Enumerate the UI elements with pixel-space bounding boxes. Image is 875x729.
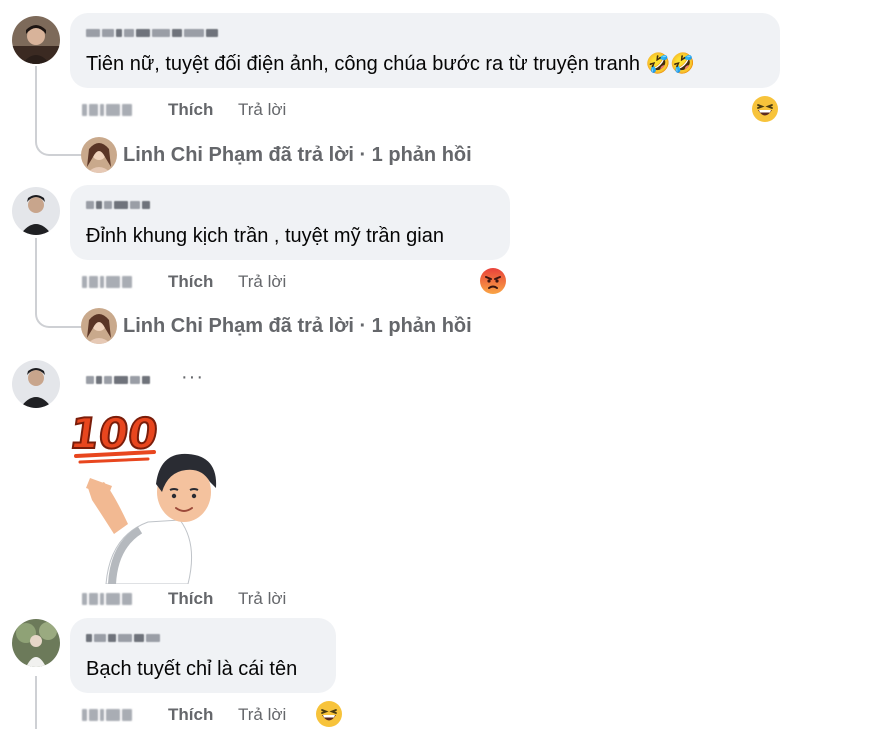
- timestamp-redacted[interactable]: [82, 593, 142, 605]
- commenter-avatar[interactable]: [12, 187, 60, 235]
- author-name-redacted[interactable]: [86, 25, 218, 41]
- reply-button[interactable]: Trả lời: [238, 100, 286, 120]
- comment-bubble[interactable]: Tiên nữ, tuyệt đối điện ảnh, công chúa b…: [70, 13, 780, 88]
- like-button[interactable]: Thích: [168, 705, 213, 725]
- author-name-redacted[interactable]: [86, 372, 150, 388]
- view-replies-link[interactable]: Linh Chi Phạm đã trả lời · 1 phản hồi: [81, 308, 472, 344]
- thread-connector: [35, 136, 83, 156]
- sticker-100-boy-pointing[interactable]: 100: [70, 404, 230, 584]
- replies-summary[interactable]: Linh Chi Phạm đã trả lời · 1 phản hồi: [123, 315, 472, 338]
- author-name-redacted[interactable]: [86, 197, 150, 213]
- author-name-redacted[interactable]: [86, 630, 160, 646]
- reply-button[interactable]: Trả lời: [238, 272, 286, 292]
- timestamp-redacted[interactable]: [82, 709, 142, 721]
- timestamp-redacted[interactable]: [82, 276, 142, 288]
- replier-avatar: [81, 137, 117, 173]
- thread-line: [35, 676, 37, 729]
- comment-bubble[interactable]: Bạch tuyết chỉ là cái tên: [70, 618, 336, 693]
- commenter-avatar[interactable]: [12, 16, 60, 64]
- more-options-button[interactable]: ···: [181, 366, 204, 389]
- view-replies-link[interactable]: Linh Chi Phạm đã trả lời · 1 phản hồi: [81, 137, 472, 173]
- grinning-squinting-face-icon[interactable]: [751, 95, 779, 123]
- commenter-avatar[interactable]: [12, 619, 60, 667]
- timestamp-redacted[interactable]: [82, 104, 142, 116]
- thread-connector: [35, 308, 83, 328]
- like-button[interactable]: Thích: [168, 100, 213, 120]
- comment-actions: Thích Trả lời: [82, 98, 782, 122]
- like-button[interactable]: Thích: [168, 272, 213, 292]
- comment-actions: Thích Trả lời: [82, 270, 502, 294]
- replier-avatar: [81, 308, 117, 344]
- replies-summary[interactable]: Linh Chi Phạm đã trả lời · 1 phản hồi: [123, 144, 472, 167]
- like-button[interactable]: Thích: [168, 589, 213, 609]
- comment-bubble[interactable]: Đỉnh khung kịch trần , tuyệt mỹ trần gia…: [70, 185, 510, 260]
- grinning-squinting-face-icon[interactable]: [315, 700, 343, 728]
- thread-line: [35, 238, 37, 308]
- commenter-avatar[interactable]: [12, 360, 60, 408]
- reply-button[interactable]: Trả lời: [238, 589, 286, 609]
- reply-button[interactable]: Trả lời: [238, 705, 286, 725]
- comment-text: Tiên nữ, tuyệt đối điện ảnh, công chúa b…: [86, 53, 696, 75]
- thread-line: [35, 66, 37, 136]
- comment-text: Đỉnh khung kịch trần , tuyệt mỹ trần gia…: [86, 225, 444, 247]
- comment-text: Bạch tuyết chỉ là cái tên: [86, 658, 298, 680]
- angry-face-icon[interactable]: [479, 267, 507, 295]
- comment-actions: Thích Trả lời: [82, 587, 382, 611]
